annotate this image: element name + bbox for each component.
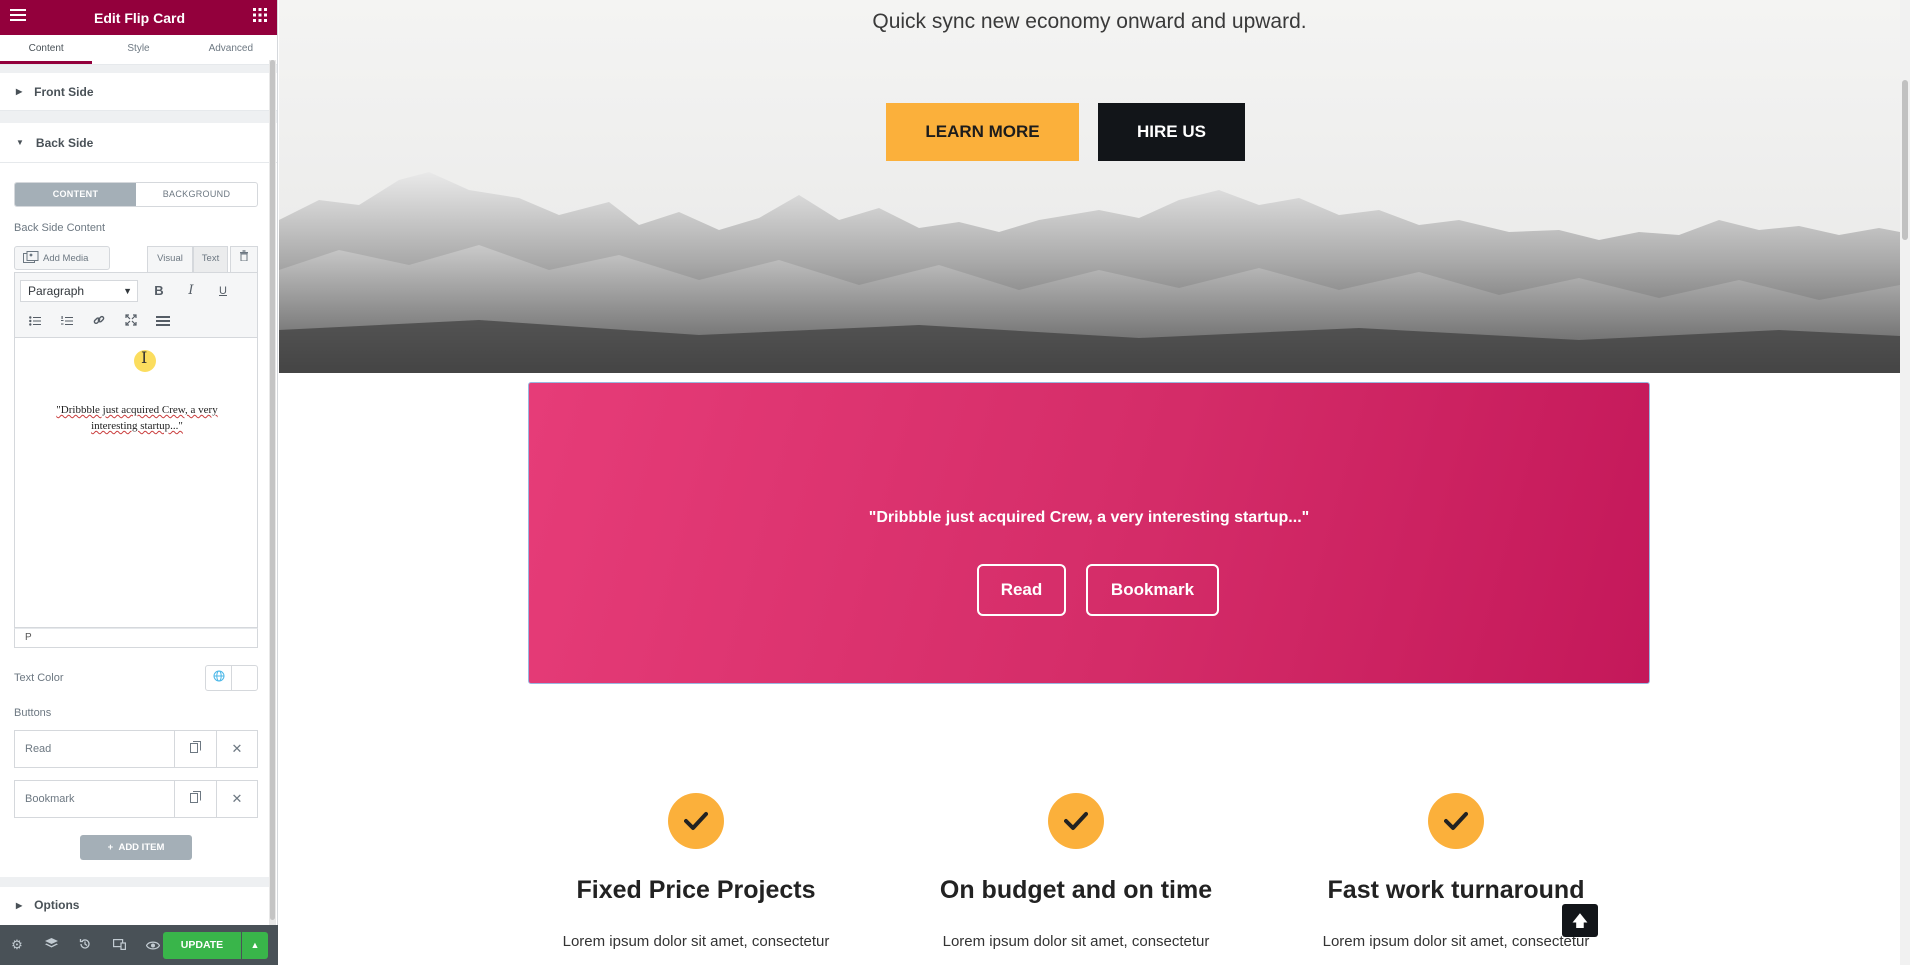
bookmark-button[interactable]: Bookmark [1086, 564, 1219, 616]
color-swatch[interactable] [232, 666, 257, 690]
format-select-value: Paragraph [28, 284, 85, 298]
divider [0, 111, 277, 123]
editor-content[interactable]: "Dribbble just acquired Crew, a very int… [35, 402, 239, 434]
buttons-label: Buttons [14, 707, 52, 719]
grid-icon[interactable] [253, 8, 267, 27]
flip-card-text: "Dribbble just acquired Crew, a very int… [868, 509, 1310, 526]
tab-advanced[interactable]: Advanced [185, 35, 277, 64]
page-canvas: Quick sync new economy onward and upward… [279, 0, 1900, 965]
check-icon [1428, 793, 1484, 849]
back-to-top-button[interactable]: 🡅 [1562, 904, 1598, 937]
caret-down-icon: ▼ [16, 138, 24, 147]
back-content-label: Back Side Content [14, 222, 106, 234]
learn-more-button[interactable]: LEARN MORE [886, 103, 1079, 161]
hero-section: Quick sync new economy onward and upward… [279, 0, 1900, 373]
panel-tabs: Content Style Advanced [0, 35, 277, 65]
add-media-button[interactable]: Add Media [14, 246, 110, 270]
section-options[interactable]: ▶ Options [0, 887, 269, 923]
text-cursor-icon: I [141, 348, 148, 367]
tab-visual[interactable]: Visual [147, 246, 193, 272]
feature-title: On budget and on time [939, 876, 1213, 904]
italic-button[interactable]: I [180, 280, 202, 302]
rich-text-editor[interactable]: I "Dribbble just acquired Crew, a very i… [14, 338, 258, 628]
panel-scrollbar[interactable] [269, 60, 276, 925]
mountain-image [279, 172, 1900, 373]
panel-footer: ⚙ UPDATE ▲ [0, 925, 278, 965]
divider [0, 65, 277, 73]
panel-scrollbar-thumb[interactable] [270, 60, 275, 920]
section-back-side[interactable]: ▼ Back Side [0, 123, 277, 163]
add-media-label: Add Media [43, 252, 89, 264]
check-icon [1048, 793, 1104, 849]
caret-right-icon: ▶ [16, 87, 23, 96]
feature-item: Fixed Price Projects Lorem ipsum dolor s… [506, 793, 886, 950]
duplicate-icon[interactable] [175, 781, 216, 817]
feature-text: Lorem ipsum dolor sit amet, consectetur [562, 933, 830, 950]
link-icon[interactable] [88, 311, 110, 333]
feature-title: Fixed Price Projects [576, 876, 816, 904]
format-select[interactable]: Paragraph ▼ [20, 280, 138, 302]
text-color-label: Text Color [14, 672, 64, 684]
fullscreen-icon[interactable] [120, 311, 142, 333]
editor-panel: Edit Flip Card Content Style Advanced ▶ … [0, 0, 278, 965]
update-button[interactable]: UPDATE [163, 932, 241, 959]
feature-title: Fast work turnaround [1327, 876, 1585, 904]
repeater-item-label[interactable]: Read [15, 731, 175, 767]
duplicate-icon[interactable] [175, 731, 216, 767]
hero-subtitle: Quick sync new economy onward and upward… [872, 10, 1307, 33]
add-item-button[interactable]: + ADD ITEM [80, 835, 192, 860]
underline-button[interactable]: U [212, 280, 234, 302]
element-path: P [14, 628, 258, 648]
tab-text[interactable]: Text [193, 246, 228, 272]
panel-title: Edit Flip Card [94, 9, 185, 26]
navigator-icon[interactable] [34, 937, 68, 953]
close-icon[interactable]: ✕ [216, 781, 257, 817]
editor-toolbar: Paragraph ▼ B I U [14, 272, 258, 338]
feature-text: Lorem ipsum dolor sit amet, consectetur [942, 933, 1210, 950]
repeater-item-label[interactable]: Bookmark [15, 781, 175, 817]
divider [0, 877, 269, 887]
tab-style[interactable]: Style [92, 35, 184, 64]
repeater-item[interactable]: Read ✕ [14, 730, 258, 768]
trash-icon[interactable] [230, 246, 258, 272]
menu-icon[interactable] [10, 8, 26, 27]
media-icon [23, 250, 39, 266]
flip-card-back[interactable]: "Dribbble just acquired Crew, a very int… [528, 382, 1650, 684]
panel-header: Edit Flip Card [0, 0, 277, 35]
responsive-icon[interactable] [102, 938, 136, 953]
read-button[interactable]: Read [977, 564, 1066, 616]
check-icon [668, 793, 724, 849]
caret-right-icon: ▶ [16, 900, 23, 910]
close-icon[interactable]: ✕ [216, 731, 257, 767]
feature-item: On budget and on time Lorem ipsum dolor … [886, 793, 1266, 950]
page-scrollbar[interactable] [1900, 0, 1910, 965]
text-color-picker[interactable] [205, 665, 258, 691]
section-front-label: Front Side [34, 84, 94, 99]
chevron-down-icon: ▼ [123, 286, 132, 296]
add-item-label: ADD ITEM [118, 842, 165, 853]
section-back-label: Back Side [35, 135, 94, 150]
bullet-list-icon[interactable] [24, 311, 46, 333]
arrow-up-icon: 🡅 [1571, 911, 1589, 930]
tab-content[interactable]: Content [0, 35, 93, 64]
caret-up-icon[interactable]: ▲ [242, 932, 268, 959]
toolbar-toggle-icon[interactable] [152, 311, 174, 333]
settings-icon[interactable]: ⚙ [0, 937, 34, 953]
segment-content[interactable]: CONTENT [15, 183, 136, 206]
page-scrollbar-thumb[interactable] [1902, 80, 1908, 240]
segment-background[interactable]: BACKGROUND [136, 183, 257, 206]
plus-icon: + [107, 842, 119, 853]
hire-us-button[interactable]: HIRE US [1098, 103, 1245, 161]
bold-button[interactable]: B [148, 280, 170, 302]
numbered-list-icon[interactable] [56, 311, 78, 333]
repeater-item[interactable]: Bookmark ✕ [14, 780, 258, 818]
content-background-switch: CONTENT BACKGROUND [14, 182, 258, 207]
globe-icon[interactable] [206, 666, 232, 690]
history-icon[interactable] [68, 938, 102, 953]
section-options-label: Options [34, 898, 80, 912]
section-front-side[interactable]: ▶ Front Side [0, 73, 277, 111]
